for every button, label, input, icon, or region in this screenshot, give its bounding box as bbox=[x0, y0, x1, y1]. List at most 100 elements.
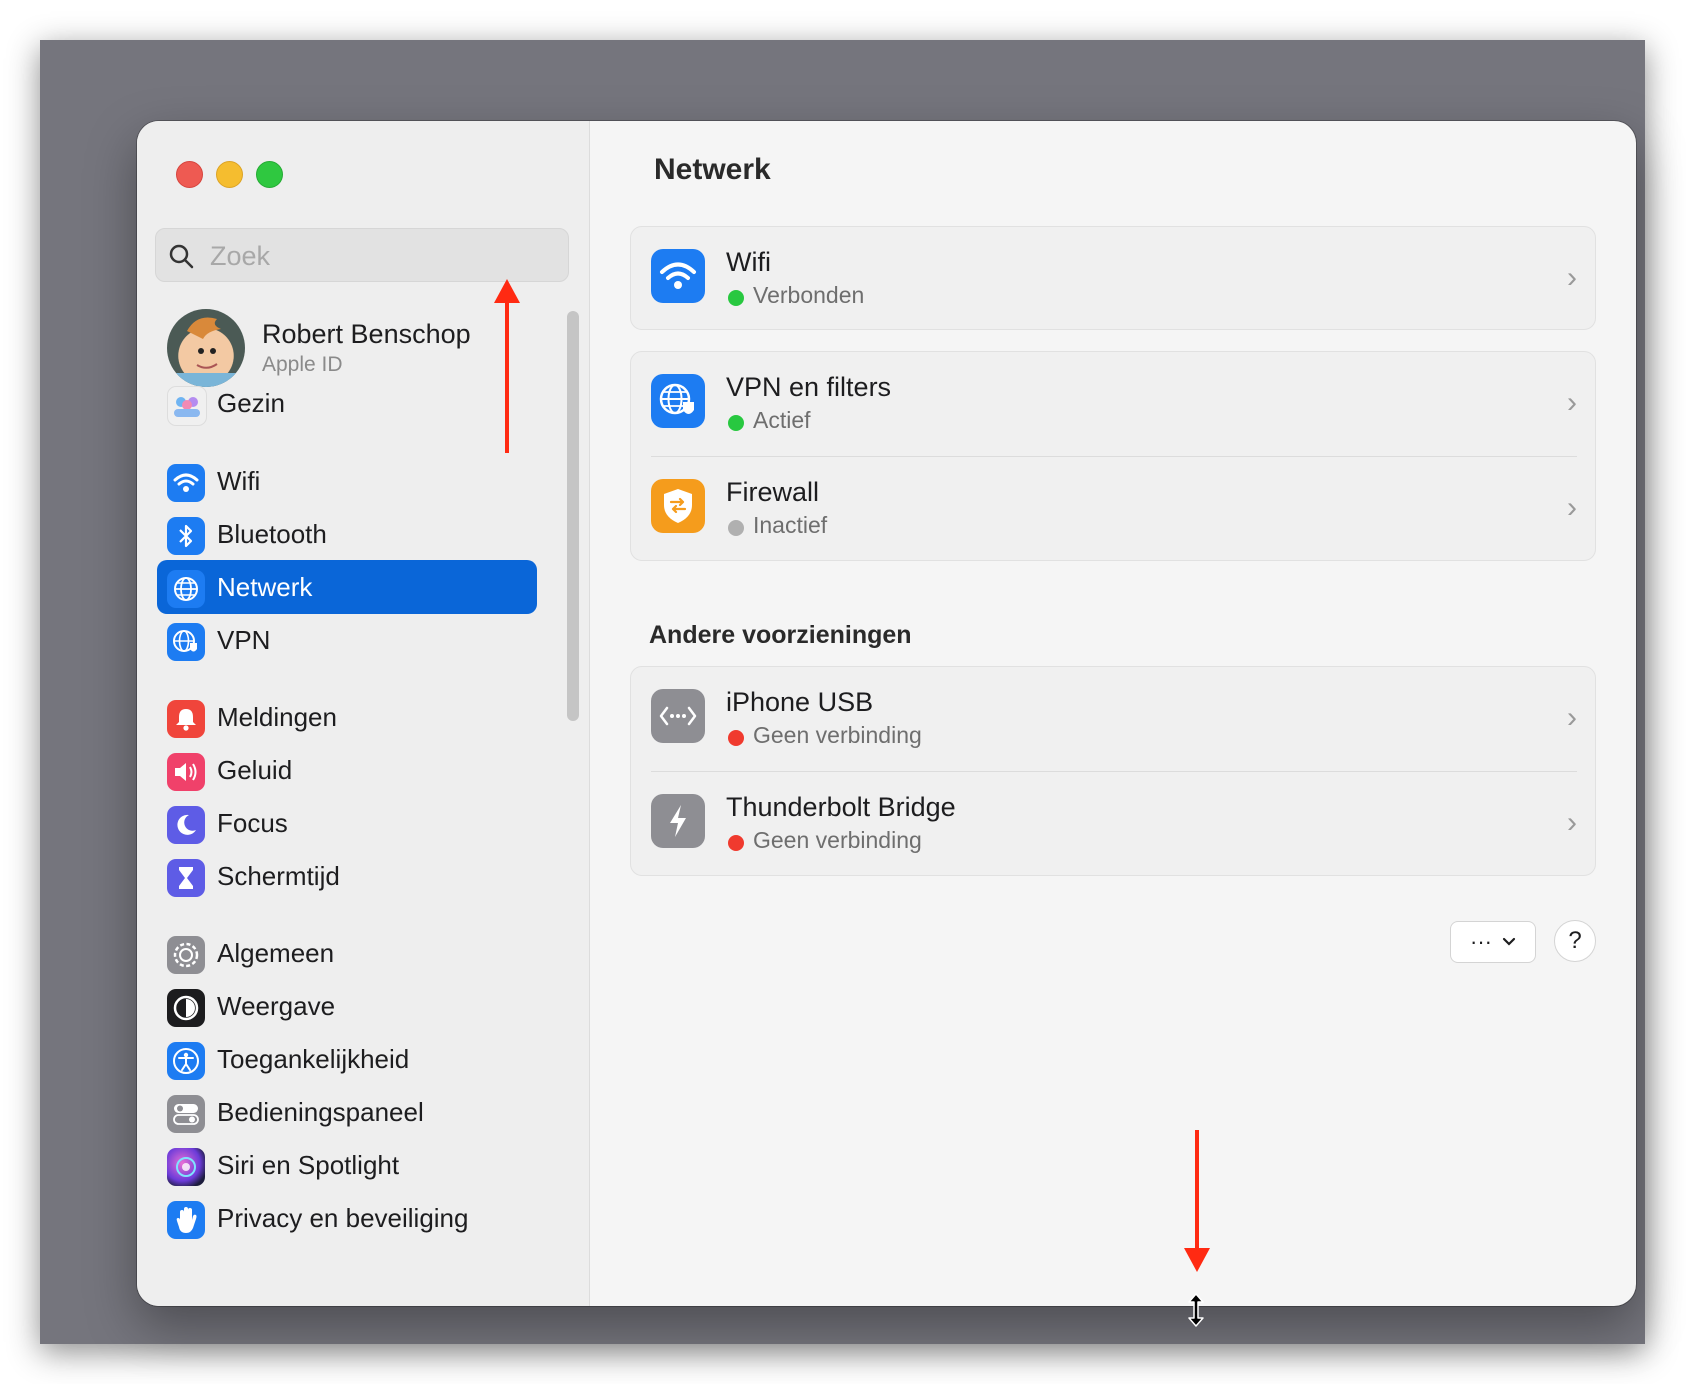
service-row-wifi[interactable]: Wifi Verbonden › bbox=[631, 227, 1595, 331]
service-row-vpn-en-filters[interactable]: VPN en filters Actief › bbox=[631, 352, 1595, 456]
firewall-shield-icon bbox=[651, 479, 705, 533]
wifi-card: Wifi Verbonden › bbox=[630, 226, 1596, 330]
bell-icon bbox=[167, 700, 205, 738]
sidebar-item-label: Focus bbox=[217, 808, 288, 838]
sidebar-item-label: Meldingen bbox=[217, 702, 337, 732]
status-dot bbox=[728, 835, 744, 851]
sidebar-item-label: Privacy en beveiliging bbox=[217, 1203, 469, 1233]
profile-subtitle: Apple ID bbox=[262, 353, 343, 376]
profile-name: Robert Benschop bbox=[262, 319, 471, 349]
service-status: Inactief bbox=[753, 512, 828, 538]
search-icon bbox=[169, 244, 194, 269]
control-center-icon bbox=[167, 1095, 205, 1133]
chevron-right-icon: › bbox=[1567, 386, 1577, 419]
zoom-window-button[interactable] bbox=[256, 161, 283, 188]
main-pane: Netwerk Wifi Verbonden › VPN en filters … bbox=[590, 121, 1636, 1306]
status-dot bbox=[728, 520, 744, 536]
chevron-right-icon: › bbox=[1567, 491, 1577, 524]
service-status: Actief bbox=[753, 407, 811, 433]
moon-icon bbox=[167, 806, 205, 844]
service-name: Firewall bbox=[726, 477, 820, 507]
sidebar-item-bluetooth[interactable]: Bluetooth bbox=[157, 507, 537, 561]
desktop-background: Robert Benschop Apple ID Gezin Wifi bbox=[40, 40, 1645, 1344]
sidebar-item-label: Netwerk bbox=[217, 572, 313, 602]
section-title-andere-voorzieningen: Andere voorzieningen bbox=[649, 621, 912, 649]
service-name: Thunderbolt Bridge bbox=[726, 792, 956, 822]
service-row-iphone-usb[interactable]: iPhone USB Geen verbinding › bbox=[631, 667, 1595, 771]
sidebar-item-label: Schermtijd bbox=[217, 861, 340, 891]
bluetooth-icon bbox=[167, 517, 205, 555]
display-icon bbox=[167, 989, 205, 1027]
chevron-right-icon: › bbox=[1567, 261, 1577, 294]
sidebar-item-label: Geluid bbox=[217, 755, 293, 785]
hand-icon bbox=[167, 1201, 205, 1239]
sidebar-item-focus[interactable]: Focus bbox=[157, 796, 537, 850]
close-window-button[interactable] bbox=[176, 161, 203, 188]
hourglass-icon bbox=[167, 859, 205, 897]
system-settings-window: Robert Benschop Apple ID Gezin Wifi bbox=[137, 121, 1636, 1306]
service-row-thunderbolt-bridge[interactable]: Thunderbolt Bridge Geen verbinding › bbox=[631, 772, 1595, 876]
search-field[interactable] bbox=[155, 228, 569, 282]
sidebar-item-toegankelijkheid[interactable]: Toegankelijkheid bbox=[157, 1032, 537, 1086]
sidebar-item-gezin[interactable]: Gezin bbox=[157, 376, 537, 430]
wifi-icon bbox=[651, 249, 705, 303]
service-status: Geen verbinding bbox=[753, 722, 922, 748]
service-name: VPN en filters bbox=[726, 372, 892, 402]
sidebar-item-meldingen[interactable]: Meldingen bbox=[157, 690, 537, 744]
service-name: iPhone USB bbox=[726, 687, 874, 717]
sidebar-item-label: Siri en Spotlight bbox=[217, 1150, 400, 1180]
sidebar-item-label: Gezin bbox=[217, 388, 285, 418]
status-dot bbox=[728, 290, 744, 306]
chevron-right-icon: › bbox=[1567, 701, 1577, 734]
sidebar-item-siri-en-spotlight[interactable]: Siri en Spotlight bbox=[157, 1138, 537, 1192]
sidebar-item-vpn[interactable]: VPN bbox=[157, 613, 537, 667]
wifi-icon bbox=[167, 464, 205, 502]
family-icon bbox=[167, 386, 207, 426]
sidebar-scrollbar[interactable] bbox=[567, 311, 579, 721]
service-status: Verbonden bbox=[753, 282, 865, 308]
vpn-globe-icon bbox=[651, 374, 705, 428]
search-input[interactable] bbox=[208, 237, 552, 275]
sidebar-item-netwerk[interactable]: Netwerk bbox=[157, 560, 537, 614]
sidebar-item-label: Wifi bbox=[217, 466, 261, 496]
ellipsis-icon: ··· bbox=[1470, 929, 1492, 954]
sidebar-item-algemeen[interactable]: Algemeen bbox=[157, 926, 537, 980]
annotation-arrow-up bbox=[494, 279, 520, 453]
gear-icon bbox=[167, 936, 205, 974]
sidebar-item-label: VPN bbox=[217, 625, 271, 655]
sidebar-item-schermtijd[interactable]: Schermtijd bbox=[157, 849, 537, 903]
status-dot bbox=[728, 730, 744, 746]
sidebar-item-label: Weergave bbox=[217, 991, 336, 1021]
vpn-firewall-card: VPN en filters Actief › Firewall Inactie… bbox=[630, 351, 1596, 561]
sidebar-item-privacy-en-beveiliging[interactable]: Privacy en beveiliging bbox=[157, 1191, 537, 1245]
resize-cursor-icon bbox=[1188, 1293, 1204, 1327]
more-options-button[interactable]: ··· bbox=[1450, 921, 1536, 963]
sidebar-item-label: Toegankelijkheid bbox=[217, 1044, 410, 1074]
page-title: Netwerk bbox=[654, 153, 771, 186]
sidebar: Robert Benschop Apple ID Gezin Wifi bbox=[137, 121, 590, 1306]
other-services-card: iPhone USB Geen verbinding › Thunderbolt… bbox=[630, 666, 1596, 876]
siri-icon bbox=[167, 1148, 205, 1186]
sidebar-item-geluid[interactable]: Geluid bbox=[157, 743, 537, 797]
annotation-arrow-down bbox=[1184, 1130, 1210, 1272]
minimize-window-button[interactable] bbox=[216, 161, 243, 188]
status-dot bbox=[728, 415, 744, 431]
sidebar-item-label: Bedieningspaneel bbox=[217, 1097, 424, 1127]
sidebar-item-weergave[interactable]: Weergave bbox=[157, 979, 537, 1033]
accessibility-icon bbox=[167, 1042, 205, 1080]
sidebar-item-label: Bluetooth bbox=[217, 519, 327, 549]
thunderbolt-icon bbox=[651, 794, 705, 848]
sidebar-item-bedieningspaneel[interactable]: Bedieningspaneel bbox=[157, 1085, 537, 1139]
usb-ethernet-icon bbox=[651, 689, 705, 743]
service-row-firewall[interactable]: Firewall Inactief › bbox=[631, 457, 1595, 561]
service-name: Wifi bbox=[726, 247, 771, 277]
chevron-down-icon bbox=[1502, 937, 1516, 946]
help-button[interactable]: ? bbox=[1554, 920, 1596, 962]
speaker-icon bbox=[167, 753, 205, 791]
sidebar-item-label: Algemeen bbox=[217, 938, 335, 968]
chevron-right-icon: › bbox=[1567, 806, 1577, 839]
network-globe-icon bbox=[167, 570, 205, 608]
service-status: Geen verbinding bbox=[753, 827, 922, 853]
sidebar-item-wifi[interactable]: Wifi bbox=[157, 454, 537, 508]
vpn-globe-icon bbox=[167, 623, 205, 661]
